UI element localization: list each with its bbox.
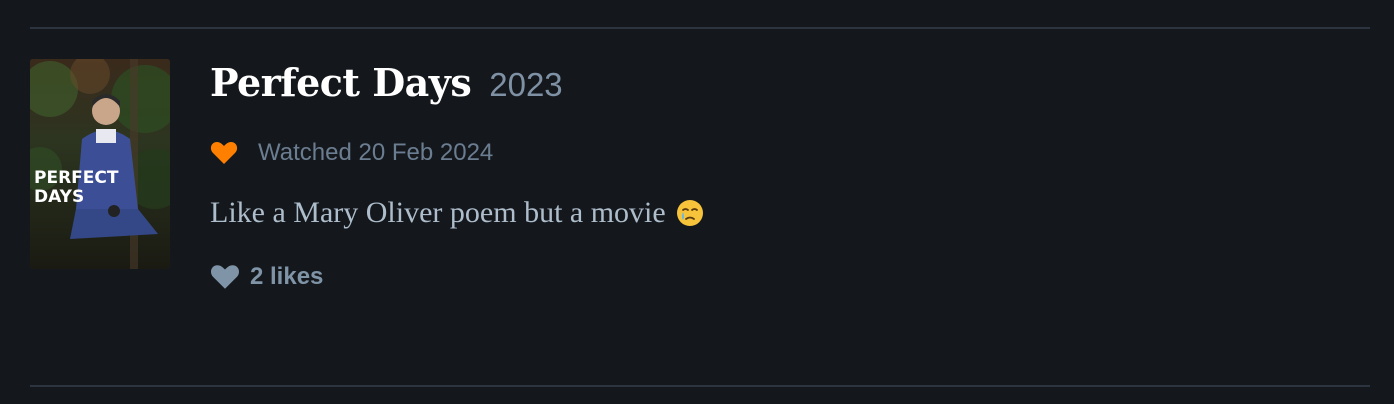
review-body: Like a Mary Oliver poem but a movie [210,196,1360,230]
watched-row: Watched 20 Feb 2024 [210,138,1360,168]
divider-bottom [30,385,1370,387]
heart-icon [210,141,238,165]
divider-top [30,27,1370,29]
likes-count[interactable]: 2 likes [250,263,323,291]
poster-title-line2: DAYS [34,187,84,207]
film-headline: Perfect Days 2023 [210,60,1360,116]
face-holding-back-tears-icon [676,199,704,227]
poster-title-line1: PERFECT [34,168,119,188]
poster-art: PERFECT DAYS [30,59,170,269]
film-poster[interactable]: PERFECT DAYS [30,59,170,269]
watched-date: Watched 20 Feb 2024 [258,139,494,166]
heart-icon [210,264,240,290]
diary-entry: PERFECT DAYS Perfect Days 2023 Watched 2… [0,0,1394,404]
entry-details: Perfect Days 2023 Watched 20 Feb 2024 Li… [210,60,1360,292]
likes-link[interactable]: 2 likes [210,262,1360,292]
film-title[interactable]: Perfect Days [210,60,472,105]
film-year[interactable]: 2023 [489,66,562,104]
review-text: Like a Mary Oliver poem but a movie [210,196,666,229]
